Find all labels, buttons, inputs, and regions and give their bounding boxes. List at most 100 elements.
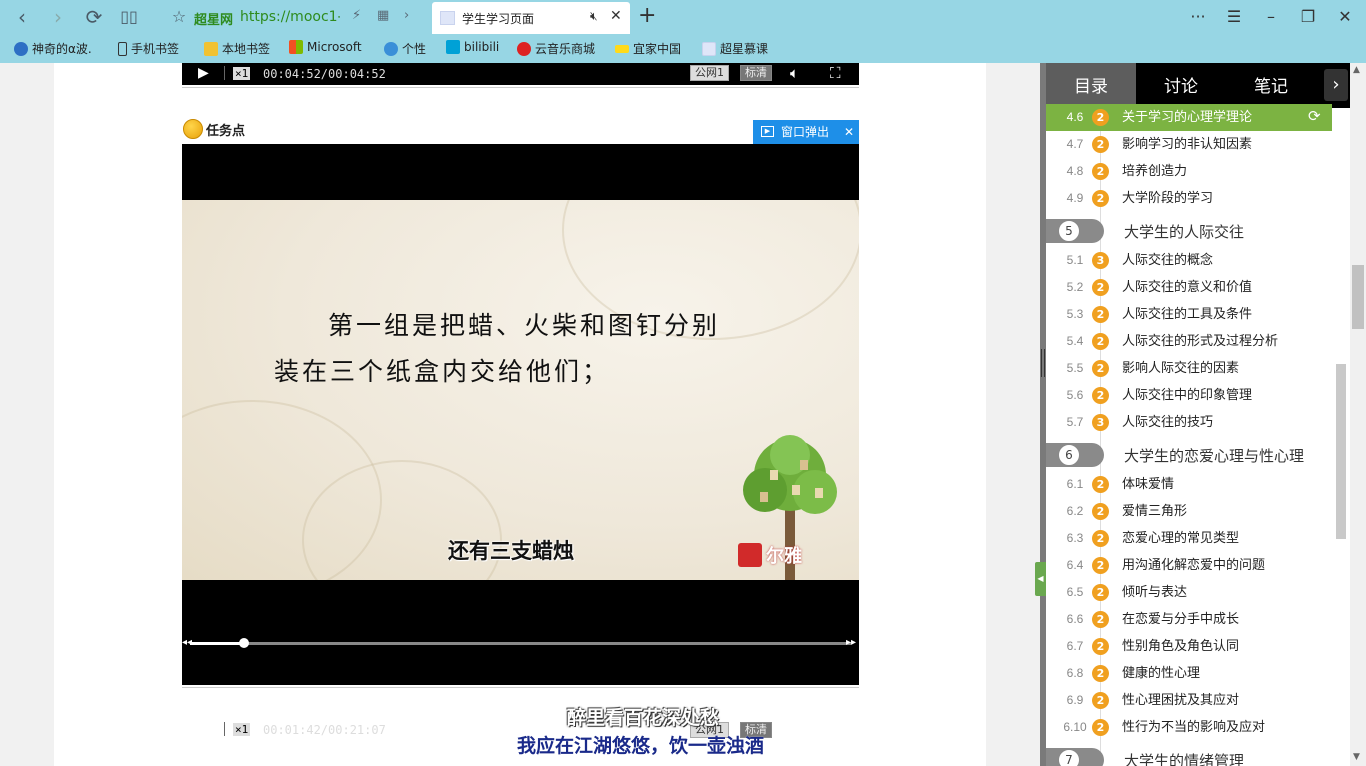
bookmark-label: 手机书签 bbox=[131, 42, 180, 56]
section-item[interactable]: 5.2 2 人际交往的意义和价值 bbox=[1046, 274, 1350, 301]
close-window-icon[interactable]: ✕ bbox=[1331, 5, 1359, 29]
popout-window-button[interactable]: ▶ 窗口弹出 ✕ bbox=[753, 120, 859, 144]
close-popout-icon[interactable]: ✕ bbox=[844, 120, 854, 144]
scroll-down-icon[interactable]: ▼ bbox=[1353, 752, 1360, 762]
video-player[interactable]: 第一组是把蜡、火柴和图钉分别 装在三个纸盒内交给他们； 尔雅 还有三支蜡烛 ◂◂ bbox=[182, 144, 859, 739]
tab-row: ‹ › ⟳ ▯▯ ☆ 超星网 https://mooc1- ⚡ ▦ › 学生学习… bbox=[0, 0, 1366, 34]
more-menu-icon[interactable]: ··· bbox=[1184, 5, 1212, 29]
maximize-icon[interactable]: ❐ bbox=[1294, 5, 1322, 29]
forward-arrow-icon[interactable]: › bbox=[46, 5, 70, 29]
tab-favicon-icon bbox=[440, 11, 455, 25]
reading-mode-icon[interactable]: ▯▯ bbox=[117, 5, 141, 29]
bookmark-item[interactable]: Microsoft bbox=[289, 40, 362, 54]
bookmark-item[interactable]: 本地书签 bbox=[204, 40, 270, 57]
back-arrow-icon[interactable]: ‹ bbox=[10, 5, 34, 29]
section-item[interactable]: 5.5 2 影响人际交往的因素 bbox=[1046, 355, 1350, 382]
chapter-title: 大学生的人际交往 bbox=[1124, 223, 1245, 241]
section-item[interactable]: 6.6 2 在恋爱与分手中成长 bbox=[1046, 606, 1350, 633]
section-item[interactable]: 5.1 3 人际交往的概念 bbox=[1046, 247, 1350, 274]
tab-discussion[interactable]: 讨论 bbox=[1136, 63, 1226, 108]
section-item[interactable]: 5.6 2 人际交往中的印象管理 bbox=[1046, 382, 1350, 409]
fast-forward-icon[interactable]: ▸▸ bbox=[846, 637, 856, 648]
tab-catalog[interactable]: 目录 bbox=[1046, 63, 1136, 108]
bookmark-item[interactable]: bilibili bbox=[446, 40, 499, 54]
chapter-number-tag: 6 bbox=[1046, 443, 1104, 467]
fullscreen-icon[interactable]: ⛶ bbox=[830, 720, 841, 738]
qr-code-icon[interactable]: ▦ bbox=[377, 8, 389, 23]
volume-icon[interactable]: 🔈︎ bbox=[790, 720, 799, 738]
task-point-text: 任务点 bbox=[206, 123, 246, 139]
section-title: 人际交往的技巧 bbox=[1122, 415, 1214, 430]
chapter-title: 大学生的恋爱心理与性心理 bbox=[1124, 447, 1305, 465]
new-tab-plus-icon[interactable]: + bbox=[638, 3, 656, 28]
section-item[interactable]: 6.9 2 性心理困扰及其应对 bbox=[1046, 687, 1350, 714]
refresh-icon[interactable]: ⟳ bbox=[1308, 107, 1321, 125]
tab-close-icon[interactable]: ✕ bbox=[610, 8, 622, 24]
volume-icon[interactable]: 🔈︎ bbox=[790, 64, 799, 82]
bookmark-item[interactable]: 神奇的α波. bbox=[14, 40, 92, 57]
lyric-line1: 醉里看百花深处愁 bbox=[567, 707, 720, 729]
section-item[interactable]: 6.10 2 性行为不当的影响及应对 bbox=[1046, 714, 1350, 741]
chapter-header[interactable]: 5 大学生的人际交往 bbox=[1046, 213, 1350, 247]
section-item[interactable]: 4.9 2 大学阶段的学习 bbox=[1046, 185, 1350, 212]
lightning-icon[interactable]: ⚡ bbox=[352, 8, 361, 23]
chapter-header[interactable]: 6 大学生的恋爱心理与性心理 bbox=[1046, 437, 1350, 471]
play-box-icon: ▶ bbox=[761, 126, 774, 137]
bookmark-item[interactable]: 手机书签 bbox=[118, 40, 179, 57]
video-time: 00:04:52/00:04:52 bbox=[263, 67, 386, 81]
section-item[interactable]: 5.7 3 人际交往的技巧 bbox=[1046, 409, 1350, 436]
content-area: ▶ ×1 00:04:52/00:04:52 公网1 标清 🔈︎ ⛶ 任务点 ▶… bbox=[0, 63, 1040, 766]
chapter-number-tag: 7 bbox=[1046, 748, 1104, 766]
section-item[interactable]: 6.5 2 倾听与表达 bbox=[1046, 579, 1350, 606]
pause-icon[interactable]: ❚❚ bbox=[196, 720, 223, 739]
bookmarks-bar: 神奇的α波. 手机书签 本地书签 Microsoft 个性 bilibili 云… bbox=[0, 35, 1366, 62]
page-scroll-thumb[interactable] bbox=[1352, 265, 1364, 329]
bookmark-item[interactable]: 超星慕课 bbox=[702, 40, 768, 57]
address-site-name[interactable]: 超星网 bbox=[194, 9, 233, 28]
slide-text-line1: 第一组是把蜡、火柴和图钉分别 bbox=[328, 311, 721, 340]
section-item[interactable]: 6.8 2 健康的性心理 bbox=[1046, 660, 1350, 687]
bookmark-item[interactable]: 个性 bbox=[384, 40, 426, 57]
fullscreen-icon[interactable]: ⛶ bbox=[830, 64, 841, 82]
bookmark-item[interactable]: 云音乐商城 bbox=[517, 40, 595, 57]
chapter-header[interactable]: 7 大学生的情绪管理 bbox=[1046, 742, 1350, 766]
progress-fill bbox=[190, 642, 244, 645]
section-item[interactable]: 6.2 2 爱情三角形 bbox=[1046, 498, 1350, 525]
active-tab[interactable]: 学生学习页面 🔇︎ ✕ bbox=[432, 2, 630, 34]
minimize-icon[interactable]: – bbox=[1257, 5, 1285, 29]
task-count-badge: 2 bbox=[1092, 692, 1109, 709]
splitter-grip[interactable] bbox=[1041, 349, 1045, 377]
quality-button[interactable]: 标清 bbox=[740, 65, 772, 81]
sidebar-scrollbar[interactable] bbox=[1336, 364, 1346, 539]
refresh-icon[interactable]: ⟳ bbox=[82, 5, 106, 29]
tab-mute-icon[interactable]: 🔇︎ bbox=[590, 9, 598, 24]
chevron-right-icon[interactable]: › bbox=[404, 8, 409, 23]
sidebar-toggle-icon[interactable]: ◀ bbox=[1035, 562, 1046, 596]
section-item[interactable]: 6.1 2 体味爱情 bbox=[1046, 471, 1350, 498]
progress-track[interactable] bbox=[190, 642, 851, 645]
favorite-star-icon[interactable]: ☆ bbox=[167, 5, 191, 29]
tabs-next-icon[interactable]: › bbox=[1324, 69, 1348, 101]
section-item[interactable]: 6.3 2 恋爱心理的常见类型 bbox=[1046, 525, 1350, 552]
bookmark-item[interactable]: 宜家中国 bbox=[615, 40, 681, 57]
section-title: 培养创造力 bbox=[1122, 164, 1188, 179]
speed-button[interactable]: ×1 bbox=[233, 723, 251, 736]
address-bar-url[interactable]: https://mooc1- bbox=[240, 9, 340, 25]
progress-knob[interactable] bbox=[239, 638, 249, 648]
section-item[interactable]: 4.7 2 影响学习的非认知因素 bbox=[1046, 131, 1350, 158]
hamburger-menu-icon[interactable]: ☰ bbox=[1220, 5, 1248, 29]
scroll-up-icon[interactable]: ▲ bbox=[1353, 65, 1360, 75]
tab-notes[interactable]: 笔记 bbox=[1226, 63, 1316, 108]
current-section[interactable]: 4.6 2 关于学习的心理学理论 ⟳ bbox=[1046, 104, 1332, 131]
section-item[interactable]: 4.8 2 培养创造力 bbox=[1046, 158, 1350, 185]
network-line-button[interactable]: 公网1 bbox=[690, 65, 729, 81]
section-item[interactable]: 6.4 2 用沟通化解恋爱中的问题 bbox=[1046, 552, 1350, 579]
task-count-badge: 2 bbox=[1092, 279, 1109, 296]
section-item[interactable]: 5.3 2 人际交往的工具及条件 bbox=[1046, 301, 1350, 328]
page-scrollbar[interactable]: ▲ ▼ bbox=[1350, 63, 1366, 766]
section-item[interactable]: 5.4 2 人际交往的形式及过程分析 bbox=[1046, 328, 1350, 355]
section-item[interactable]: 6.7 2 性别角色及角色认同 bbox=[1046, 633, 1350, 660]
speed-button[interactable]: ×1 bbox=[233, 67, 251, 80]
play-icon[interactable]: ▶ bbox=[198, 65, 209, 81]
task-count-badge: 3 bbox=[1092, 414, 1109, 431]
